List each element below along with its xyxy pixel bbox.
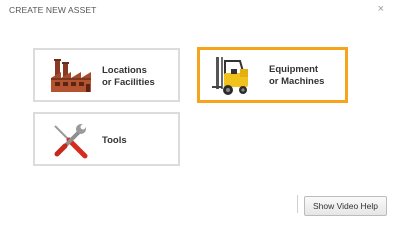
- footer-divider: [297, 195, 298, 213]
- equipment-label: Equipment or Machines: [269, 64, 324, 88]
- show-video-help-button[interactable]: Show Video Help: [304, 196, 387, 216]
- factory-icon: [51, 59, 91, 92]
- tools-icon: [54, 124, 88, 159]
- equipment-label-line2: or Machines: [269, 76, 325, 87]
- dialog-title: CREATE NEW ASSET: [9, 5, 97, 15]
- equipment-label-line1: Equipment: [269, 64, 319, 75]
- locations-label-line1: Locations: [102, 65, 147, 76]
- create-asset-dialog: CREATE NEW ASSET × Locations or Faciliti…: [0, 0, 393, 221]
- locations-option-card[interactable]: Locations or Facilities: [33, 48, 180, 102]
- tools-label-line1: Tools: [102, 135, 127, 146]
- equipment-option-card[interactable]: Equipment or Machines: [197, 47, 348, 103]
- forklift-icon: [212, 57, 248, 95]
- locations-label-line2: or Facilities: [102, 77, 155, 88]
- tools-label: Tools: [102, 135, 127, 147]
- locations-label: Locations or Facilities: [102, 65, 155, 89]
- tools-option-card[interactable]: Tools: [33, 112, 180, 166]
- close-icon[interactable]: ×: [378, 3, 384, 15]
